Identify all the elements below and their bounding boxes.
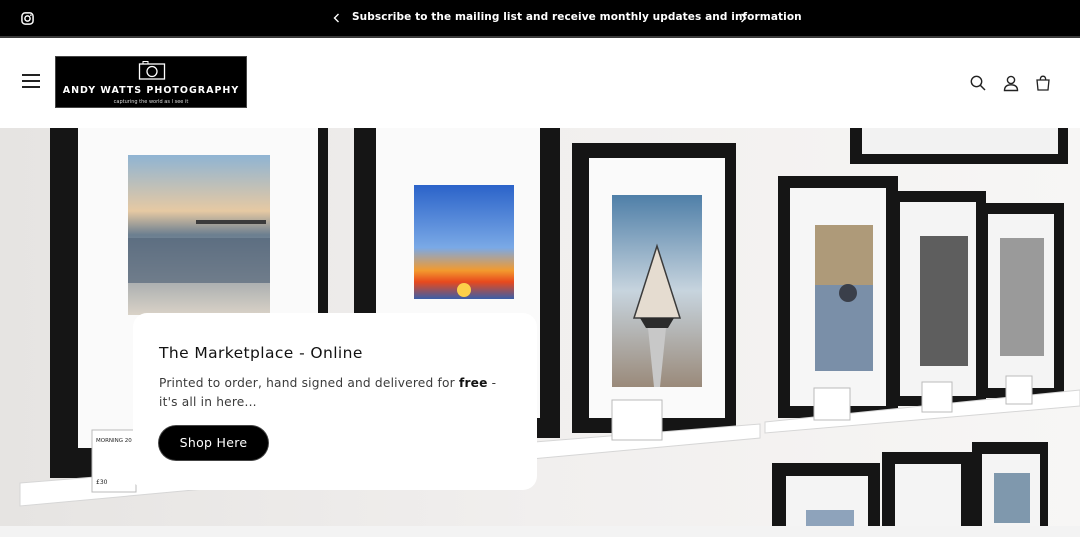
logo-tagline: capturing the world as I see it bbox=[113, 99, 189, 105]
hero-banner: MORNING 20 £30 The Marketplace - Online … bbox=[0, 128, 1080, 526]
hero-title: The Marketplace - Online bbox=[159, 344, 363, 362]
section-divider bbox=[0, 526, 1080, 537]
logo-title: ANDY WATTS PHOTOGRAPHY bbox=[62, 85, 240, 96]
announcement-message[interactable]: Subscribe to the mailing list and receiv… bbox=[352, 11, 802, 23]
account-icon[interactable] bbox=[1002, 74, 1020, 92]
shop-here-button[interactable]: Shop Here bbox=[159, 426, 268, 460]
search-icon[interactable] bbox=[969, 74, 987, 92]
menu-icon[interactable] bbox=[22, 74, 40, 90]
chevron-left-icon[interactable] bbox=[330, 11, 344, 25]
instagram-icon[interactable] bbox=[21, 12, 34, 25]
hero-description-bold: free bbox=[458, 376, 488, 390]
shelf-label-price: £30 bbox=[96, 479, 108, 486]
hero-content-card: The Marketplace - Online Printed to orde… bbox=[133, 313, 537, 490]
shelf-label-title: MORNING 20 bbox=[96, 438, 132, 444]
camera-logo-icon bbox=[138, 61, 166, 80]
hero-description: Printed to order, hand signed and delive… bbox=[159, 376, 497, 409]
site-logo[interactable]: ANDY WATTS PHOTOGRAPHY capturing the wor… bbox=[55, 56, 247, 108]
site-header: ANDY WATTS PHOTOGRAPHY capturing the wor… bbox=[0, 38, 1080, 128]
chevron-right-icon[interactable] bbox=[736, 11, 750, 25]
cart-icon[interactable] bbox=[1034, 74, 1052, 92]
announcement-bar: Subscribe to the mailing list and receiv… bbox=[0, 0, 1080, 38]
